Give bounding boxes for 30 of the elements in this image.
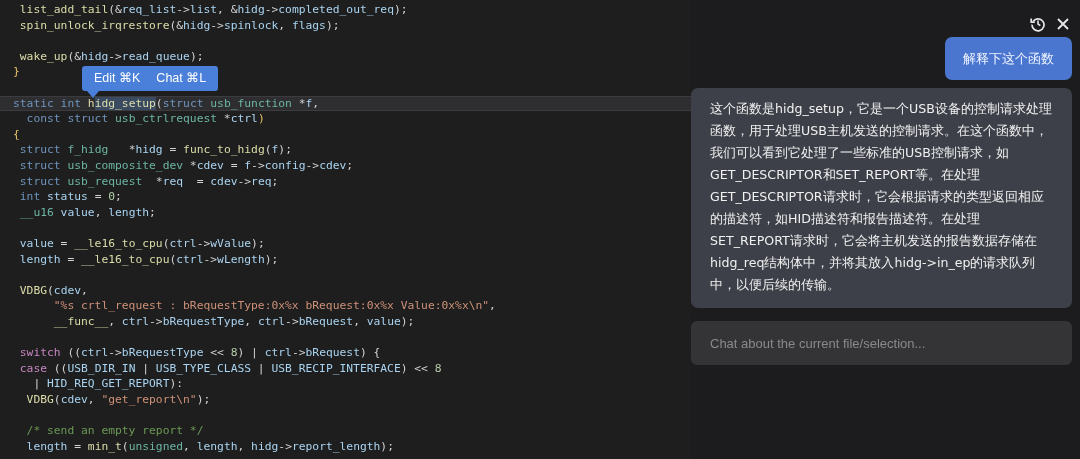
popup-action-button[interactable]: Chat ⌘L bbox=[150, 66, 213, 91]
popup-action-button[interactable]: Edit ⌘K bbox=[88, 66, 147, 91]
code-line: struct f_hidg *hidg = func_to_hidg(f); bbox=[18, 142, 292, 158]
code-line: int status = 0; bbox=[18, 189, 122, 205]
close-icon[interactable] bbox=[1056, 17, 1070, 31]
code-line: wake_up(&hidg->read_queue); bbox=[18, 48, 204, 65]
code-line: "%s crtl_request : bRequestType:0x%x bRequest:0x%x Value:0x%x\n", bbox=[52, 298, 496, 314]
code-line: { bbox=[13, 126, 20, 143]
code-line: __u16 value, length; bbox=[18, 204, 156, 221]
code-line: VDBG(cdev, "get_report\n"); bbox=[25, 391, 211, 408]
user-message: 解释下这个函数 bbox=[945, 37, 1072, 80]
assistant-message: 这个函数是hidg_setup，它是一个USB设备的控制请求处理函数，用于处理USB主机发送的控制请求。在这个函数中，我们可以看到它处理了一些标准的USB控制请求，如GET_DESCRIPTOR和SET_REPORT等。在处理GET_DESCRIPTOR请求时，它会根据请求的类型返回相应的描述符，如HID描述符和报告描述符。在处理SET_REPORT请求时，它会将主机发送的报告数据存储在hidg_req结构体中，并将其放入hidg->in_ep的请求队列中，以便后续的传输。 bbox=[691, 88, 1072, 308]
code-line: case ((USB_DIR_IN | USB_TYPE_CLASS | USB_RECIP_INTERFACE) << 8 bbox=[18, 360, 442, 377]
code-line: const struct usb_ctrlrequest *ctrl) bbox=[25, 111, 265, 127]
code-line: spin_unlock_irqrestore(&hidg->spinlock, flags); bbox=[18, 17, 340, 34]
code-line: value = __le16_to_cpu(ctrl->wValue); bbox=[18, 235, 265, 252]
history-icon[interactable] bbox=[1030, 16, 1046, 32]
code-line: /* send an empty report */ bbox=[25, 423, 204, 439]
code-line: length = min_t(unsigned, length, hidg->report_length); bbox=[25, 438, 394, 455]
code-line: struct usb_request *req = cdev->req; bbox=[18, 173, 279, 190]
code-line: list_add_tail(&req_list->list, &hidg->completed_out_req); bbox=[18, 2, 408, 18]
code-line: } bbox=[13, 64, 20, 80]
code-line: | HID_REQ_GET_REPORT): bbox=[32, 376, 184, 392]
code-line: struct usb_composite_dev *cdev = f->config->cdev; bbox=[18, 157, 354, 174]
code-line: VDBG(cdev, bbox=[18, 282, 88, 299]
code-line: length = __le16_to_cpu(ctrl->wLength); bbox=[18, 251, 279, 268]
code-line: __func__, ctrl->bRequestType, ctrl->bRequest, value); bbox=[52, 313, 415, 330]
code-line: static int hidg_setup(struct usb_function *f, bbox=[13, 95, 320, 112]
code-line: switch ((ctrl->bRequestType << 8) | ctrl->bRequest) { bbox=[18, 345, 381, 361]
chat-input-field[interactable]: Chat about the current file/selection... bbox=[691, 321, 1072, 365]
